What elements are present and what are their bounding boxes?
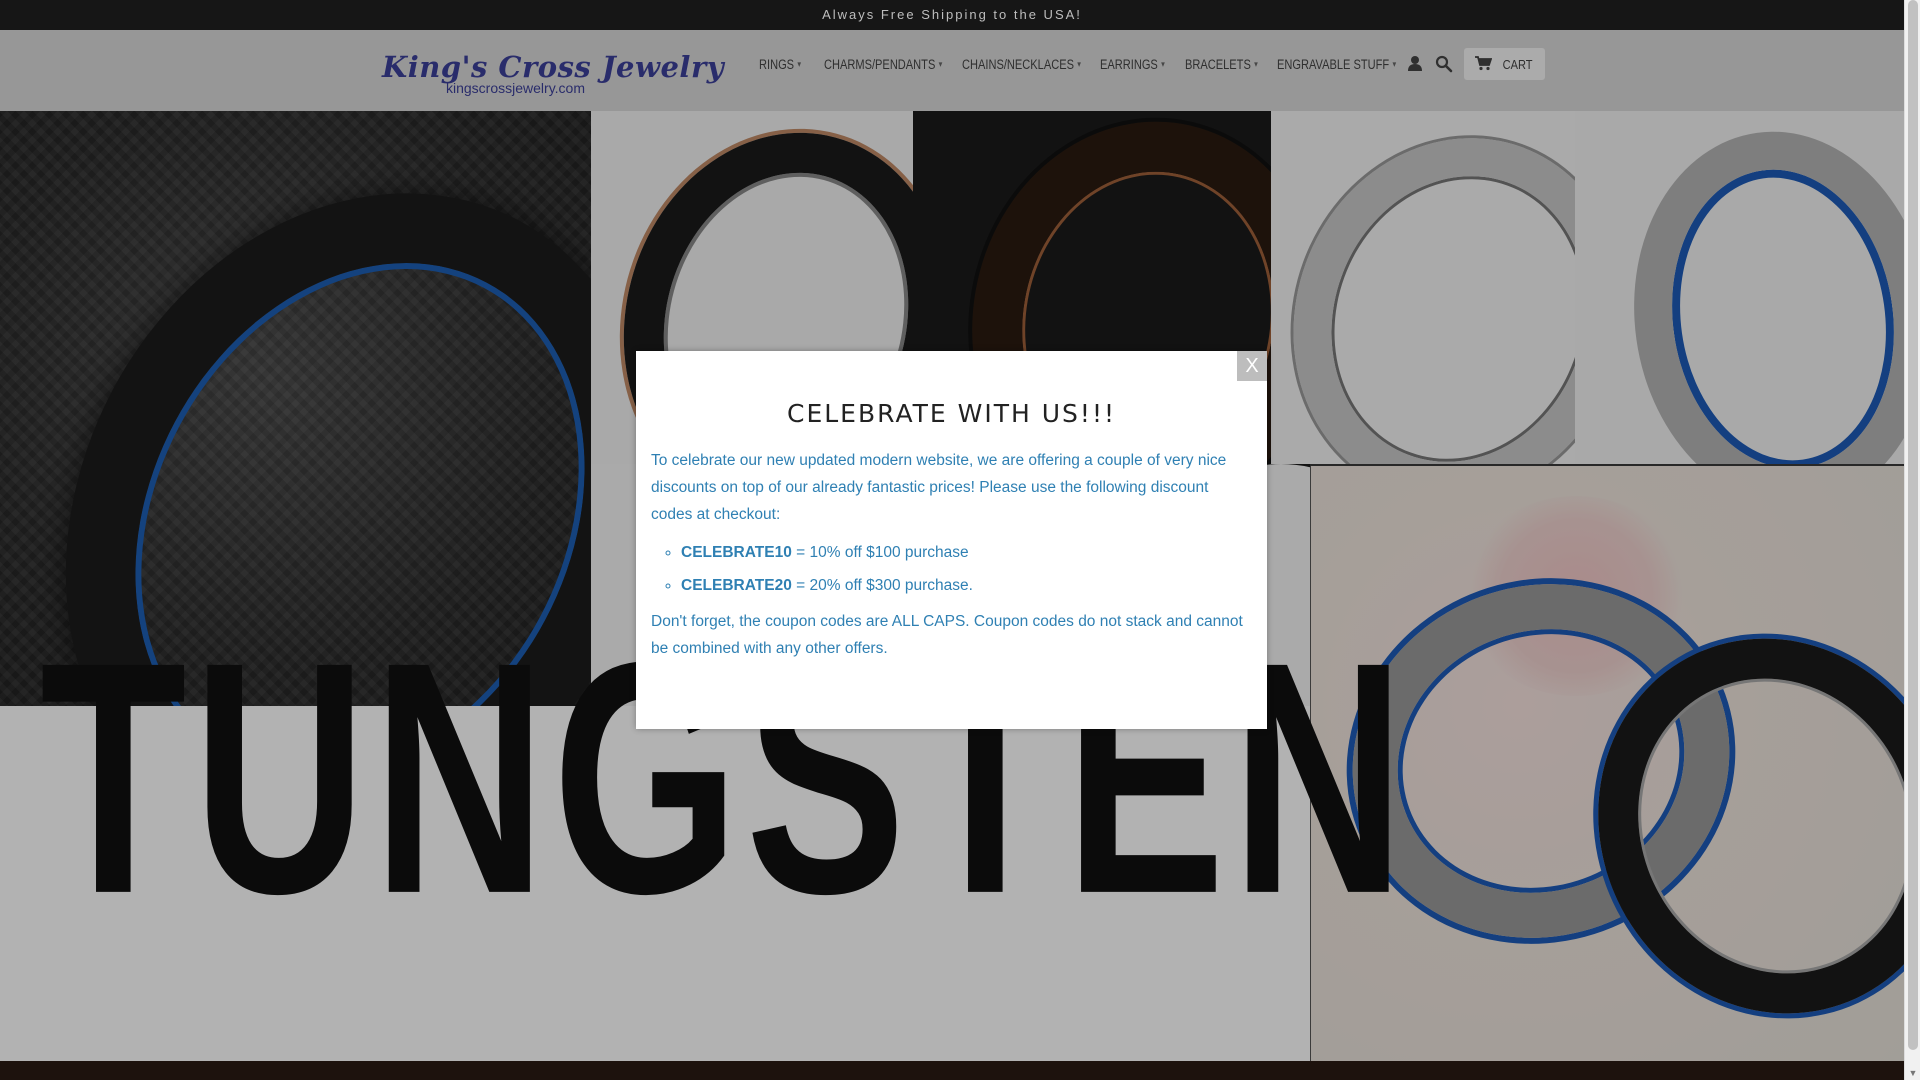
modal-body: To celebrate our new updated modern webs… bbox=[651, 447, 1251, 662]
discount-code-item: CELEBRATE10 = 10% off $100 purchase bbox=[681, 536, 1251, 569]
discount-code-item: CELEBRATE20 = 20% off $300 purchase. bbox=[681, 569, 1251, 602]
scroll-down-icon[interactable]: ▼ bbox=[1908, 1068, 1918, 1078]
announcement-bar: Always Free Shipping to the USA! bbox=[0, 0, 1904, 30]
discount-code: CELEBRATE20 bbox=[681, 577, 792, 594]
discount-code: CELEBRATE10 bbox=[681, 544, 792, 561]
modal-footer-note: Don't forget, the coupon codes are ALL C… bbox=[651, 613, 1243, 657]
promo-modal: X CELEBRATE WITH US!!! To celebrate our … bbox=[636, 351, 1267, 729]
announcement-text: Always Free Shipping to the USA! bbox=[822, 7, 1082, 22]
modal-intro: To celebrate our new updated modern webs… bbox=[651, 452, 1227, 523]
scrollbar-thumb[interactable] bbox=[1908, 0, 1918, 1050]
discount-description: = 20% off $300 purchase. bbox=[791, 577, 973, 594]
vertical-scrollbar[interactable]: ▼ bbox=[1904, 0, 1920, 1080]
close-button[interactable]: X bbox=[1237, 351, 1267, 381]
modal-title: CELEBRATE WITH US!!! bbox=[786, 399, 1116, 428]
discount-code-list: CELEBRATE10 = 10% off $100 purchase CELE… bbox=[651, 536, 1251, 602]
discount-description: = 10% off $100 purchase bbox=[791, 544, 969, 561]
